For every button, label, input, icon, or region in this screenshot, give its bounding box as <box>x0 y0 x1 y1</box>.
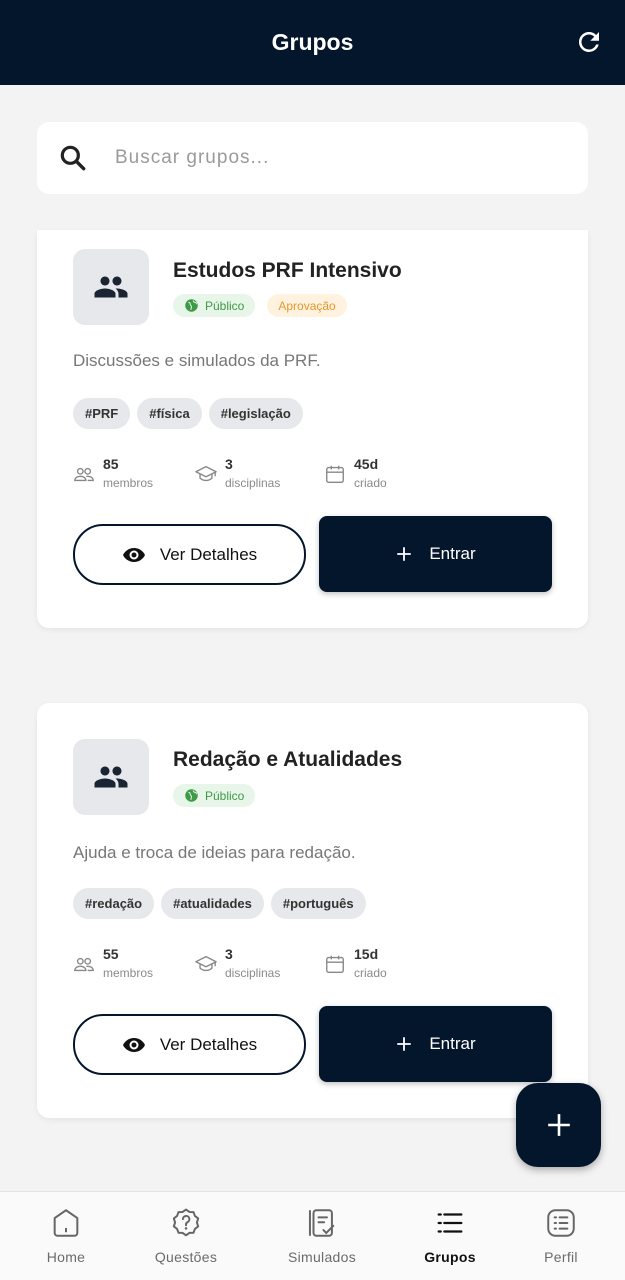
refresh-icon <box>578 31 599 52</box>
app-bar: Grupos <box>0 0 625 85</box>
search-bar[interactable] <box>37 122 588 194</box>
join-button[interactable]: Entrar <box>319 1006 552 1082</box>
created-stat: 45d criado <box>324 456 387 492</box>
nav-label: Perfil <box>544 1249 578 1265</box>
badge-label: Aprovação <box>278 298 336 313</box>
disciplines-label: disciplinas <box>225 966 281 980</box>
nav-item-grupos[interactable]: Grupos <box>390 1192 510 1280</box>
button-label: Ver Detalhes <box>159 544 258 564</box>
disciplines-count: 3 <box>225 946 233 962</box>
badge-label: Público <box>205 788 245 803</box>
refresh-button[interactable] <box>573 26 605 58</box>
calendar-icon <box>326 465 344 483</box>
globe-icon <box>185 299 198 312</box>
home-icon <box>53 1209 79 1237</box>
group-card: Redação e Atualidades Público Ajuda e tr… <box>37 703 588 1118</box>
badge-label: Público <box>205 298 245 313</box>
disciplines-label: disciplinas <box>225 476 281 490</box>
join-button[interactable]: Entrar <box>319 516 552 592</box>
tag-chip[interactable]: #atualidades <box>161 888 264 919</box>
globe-icon <box>185 789 198 802</box>
group-title: Estudos PRF Intensivo <box>173 259 402 282</box>
tag-chip[interactable]: #redação <box>73 888 155 919</box>
created-label: criado <box>354 476 387 490</box>
eye-icon <box>122 1037 145 1052</box>
button-label: Entrar <box>429 544 476 563</box>
list-icon <box>437 1213 463 1233</box>
created-label: criado <box>354 966 387 980</box>
disciplines-stat: 3 disciplinas <box>195 456 324 492</box>
created-value: 15d <box>354 946 379 962</box>
eye-icon <box>122 547 145 562</box>
tag-chip[interactable]: #português <box>270 888 366 919</box>
plus-icon <box>397 547 412 561</box>
members-label: membros <box>103 476 154 490</box>
school-icon <box>195 465 217 482</box>
tag-chip[interactable]: #legislação <box>208 398 303 429</box>
create-group-fab[interactable] <box>516 1083 601 1167</box>
nav-label: Simulados <box>287 1249 357 1265</box>
nav-item-home[interactable]: Home <box>6 1192 126 1280</box>
group-icon <box>94 766 128 788</box>
nav-item-simulados[interactable]: Simulados <box>262 1192 382 1280</box>
bottom-navigation: Home Questões Simulados Grupos Perfil <box>0 1191 625 1280</box>
created-stat: 15d criado <box>324 946 387 982</box>
disciplines-stat: 3 disciplinas <box>195 946 324 982</box>
search-icon <box>60 145 86 171</box>
group-card: Estudos PRF Intensivo Público Aprovação … <box>37 230 588 628</box>
button-label: Entrar <box>429 1034 476 1053</box>
members-label: membros <box>103 966 154 980</box>
members-stat: 85 membros <box>73 456 195 492</box>
nav-item-questoes[interactable]: Questões <box>126 1192 246 1280</box>
nav-label: Home <box>46 1249 86 1265</box>
group-avatar <box>73 739 149 815</box>
group-avatar <box>73 249 149 325</box>
calendar-icon <box>326 955 344 973</box>
group-title: Redação e Atualidades <box>173 748 403 771</box>
tag-chip[interactable]: #PRF <box>73 398 131 429</box>
approval-badge: Aprovação <box>267 294 347 317</box>
help-icon <box>172 1208 200 1237</box>
tag-chip[interactable]: #física <box>137 398 202 429</box>
page-title: Grupos <box>271 29 354 55</box>
view-details-button[interactable]: Ver Detalhes <box>73 524 306 585</box>
members-count: 85 <box>103 456 119 472</box>
group-description: Ajuda e troca de ideias para redação. <box>73 843 356 862</box>
disciplines-count: 3 <box>225 456 233 472</box>
button-label: Ver Detalhes <box>159 1034 258 1054</box>
members-count: 55 <box>103 946 119 962</box>
group-icon <box>94 276 128 298</box>
public-badge: Público <box>173 784 256 807</box>
plus-icon <box>547 1114 570 1136</box>
people-icon <box>74 467 94 482</box>
people-icon <box>74 957 94 972</box>
plus-icon <box>397 1037 412 1051</box>
school-icon <box>195 955 217 972</box>
notebook-icon <box>308 1209 335 1237</box>
search-input[interactable] <box>115 147 535 169</box>
public-badge: Público <box>173 294 256 317</box>
created-value: 45d <box>354 456 379 472</box>
group-description: Discussões e simulados da PRF. <box>73 351 321 370</box>
profile-list-icon <box>547 1209 575 1237</box>
members-stat: 55 membros <box>73 946 195 982</box>
view-details-button[interactable]: Ver Detalhes <box>73 1014 306 1075</box>
nav-item-perfil[interactable]: Perfil <box>501 1192 621 1280</box>
nav-label: Grupos <box>424 1249 476 1265</box>
nav-label: Questões <box>154 1249 218 1265</box>
